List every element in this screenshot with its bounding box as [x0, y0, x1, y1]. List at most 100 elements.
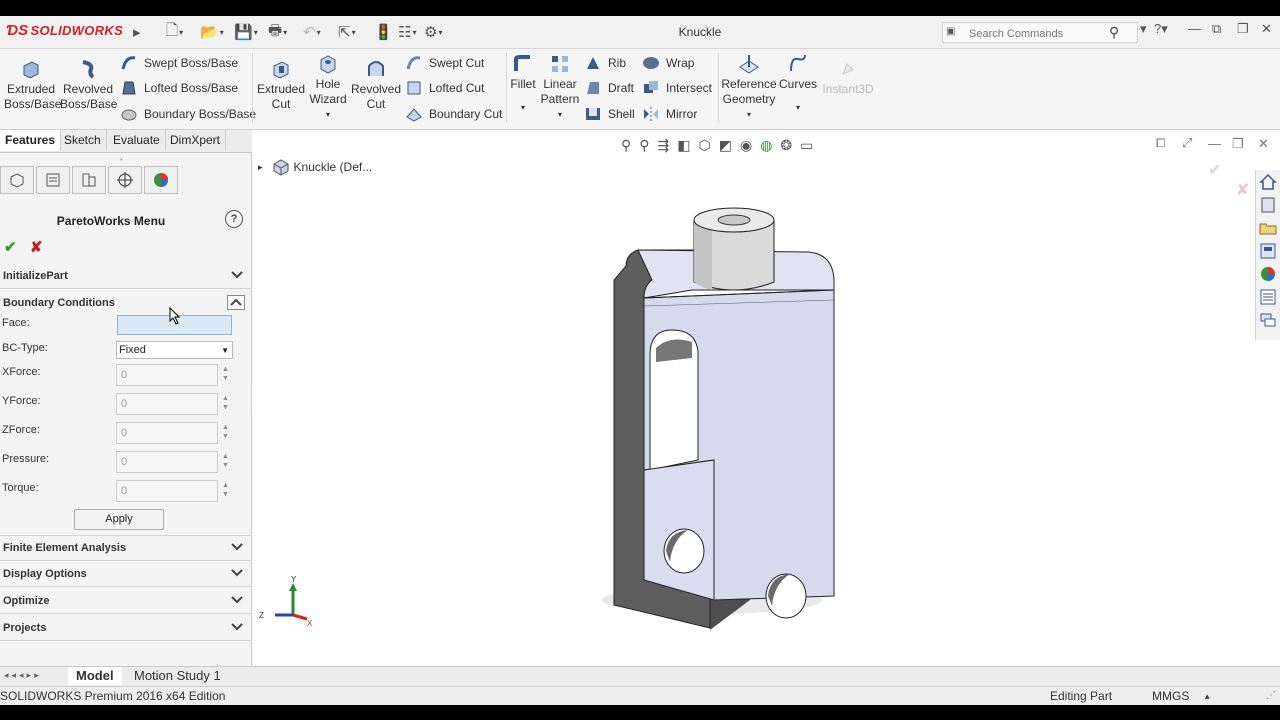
tab-scroll-arrows-icon[interactable]: ◂◂◂▸▸	[4, 670, 42, 681]
extruded-boss-button[interactable]: Extruded Boss/Base	[4, 58, 61, 112]
file-explorer-icon[interactable]	[1258, 218, 1278, 238]
previous-view-icon[interactable]: ⇶	[658, 137, 670, 154]
hide-show-items-icon[interactable]: ◉	[740, 137, 752, 154]
section-finite-element-analysis[interactable]: Finite Element Analysis	[0, 535, 250, 561]
section-projects[interactable]: Projects	[0, 616, 250, 641]
feature-tree-flyout[interactable]: ▸ Knuckle (Def...	[258, 158, 372, 176]
chevron-up-icon[interactable]	[227, 295, 245, 310]
cancel-x-icon[interactable]: ✘	[30, 238, 43, 256]
save-icon[interactable]: 💾 ▾	[234, 21, 258, 43]
panel-grip-icon[interactable]: •	[120, 155, 123, 164]
section-initialize-part[interactable]: InitializePart	[0, 264, 250, 289]
chevron-down-icon[interactable]	[230, 268, 244, 282]
doc-close-icon[interactable]: ✕	[1258, 136, 1269, 152]
viewport-maximize-icon[interactable]: ⤢	[1182, 135, 1192, 151]
pressure-input[interactable]: 0	[116, 451, 218, 473]
tab-evaluate[interactable]: Evaluate	[108, 130, 166, 151]
bc-type-select[interactable]: Fixed ▼	[116, 341, 233, 359]
tab-dimxpert[interactable]: DimXpert	[165, 130, 227, 151]
help-icon[interactable]: ?	[225, 210, 243, 228]
property-manager-tab-icon[interactable]	[36, 166, 70, 194]
reference-geometry-dropdown-icon[interactable]: ▾	[720, 107, 778, 122]
linear-pattern-dropdown-icon[interactable]: ▾	[538, 107, 582, 122]
solidworks-logo[interactable]: ƊS SOLIDWORKS	[6, 22, 123, 39]
doc-restore-icon[interactable]: ❐	[1232, 136, 1244, 152]
minimize-app-icon[interactable]: —	[1188, 21, 1201, 36]
edit-appearance-icon[interactable]: ◍	[760, 137, 772, 154]
mirror-button[interactable]: Mirror	[642, 104, 697, 124]
intersect-button[interactable]: Intersect	[642, 78, 712, 98]
viewport-split-icon[interactable]: ⧠	[1156, 136, 1166, 151]
doc-minimize-icon[interactable]: —	[1208, 136, 1221, 151]
wrap-button[interactable]: Wrap	[642, 53, 694, 73]
boundary-boss-button[interactable]: Boundary Boss/Base	[120, 104, 256, 124]
dimxpert-manager-tab-icon[interactable]	[108, 166, 142, 194]
undo-icon[interactable]: ↶ ▾	[303, 21, 321, 43]
chevron-down-icon[interactable]	[230, 620, 244, 634]
swept-boss-button[interactable]: Swept Boss/Base	[120, 53, 238, 73]
view-settings-icon[interactable]: ▭	[800, 137, 813, 154]
display-style-icon[interactable]: ◩	[719, 137, 732, 154]
forum-icon[interactable]	[1258, 310, 1278, 330]
confirm-corner-cancel-icon[interactable]: ✘	[1236, 180, 1249, 200]
configuration-manager-tab-icon[interactable]	[72, 166, 106, 194]
units-text[interactable]: MMGS	[1152, 687, 1189, 705]
tab-features[interactable]: Features	[0, 130, 62, 151]
fillet-dropdown-icon[interactable]: ▾	[508, 100, 538, 115]
design-library-icon[interactable]	[1258, 195, 1278, 215]
zforce-spinner-icon[interactable]: ▲ ▼	[222, 423, 229, 441]
tree-expand-icon[interactable]: ▸	[258, 162, 263, 173]
tab-sketch[interactable]: Sketch	[59, 130, 107, 151]
knuckle-part-model[interactable]	[592, 200, 852, 640]
shell-button[interactable]: Shell	[584, 104, 635, 124]
ok-checkmark-icon[interactable]: ✔	[4, 238, 17, 256]
xforce-spinner-icon[interactable]: ▲ ▼	[222, 365, 229, 383]
boundary-cut-button[interactable]: Boundary Cut	[405, 104, 502, 124]
new-document-icon[interactable]: 🗋 ▾	[166, 21, 183, 43]
file-properties-icon[interactable]: ☷ ▾	[398, 21, 416, 43]
section-display-options[interactable]: Display Options	[0, 562, 250, 587]
search-input[interactable]	[967, 25, 1111, 42]
draft-button[interactable]: Draft	[584, 78, 634, 98]
custom-properties-icon[interactable]	[1258, 287, 1278, 307]
units-dropdown-icon[interactable]: ▴	[1205, 687, 1210, 705]
section-optimize[interactable]: Optimize	[0, 589, 250, 614]
zoom-to-area-icon[interactable]: ⚲	[639, 137, 649, 154]
home-icon[interactable]	[1258, 172, 1278, 192]
display-manager-tab-icon[interactable]	[144, 166, 178, 194]
search-icon[interactable]: ⚲	[1109, 24, 1119, 41]
select-icon[interactable]: ⇱ ▾	[338, 21, 356, 43]
view-orientation-icon[interactable]: ⬡	[699, 137, 711, 154]
resize-grip-icon[interactable]: ⋰	[1266, 687, 1276, 705]
extruded-cut-button[interactable]: Extruded Cut	[256, 58, 306, 112]
torque-spinner-icon[interactable]: ▲ ▼	[222, 481, 229, 499]
instant3d-button[interactable]: Instant3D	[820, 58, 876, 97]
menu-expand-icon[interactable]: ▸	[133, 21, 141, 43]
linear-pattern-button[interactable]: Linear Pattern ▾	[538, 53, 582, 122]
appearances-icon[interactable]	[1258, 264, 1278, 284]
lofted-boss-button[interactable]: Lofted Boss/Base	[120, 78, 238, 98]
tab-motion-study-1[interactable]: Motion Study 1	[126, 667, 229, 685]
options-gear-icon[interactable]: ⚙ ▾	[424, 21, 442, 43]
open-document-icon[interactable]: 📂 ▾	[200, 21, 224, 43]
hole-wizard-dropdown-icon[interactable]: ▾	[306, 107, 350, 122]
feature-manager-tab-icon[interactable]	[0, 166, 34, 194]
revolved-cut-button[interactable]: Revolved Cut	[350, 58, 402, 112]
revolved-boss-button[interactable]: Revolved Boss/Base	[60, 58, 117, 112]
lofted-cut-button[interactable]: Lofted Cut	[405, 78, 484, 98]
xforce-input[interactable]: 0	[116, 364, 218, 386]
search-dropdown-icon[interactable]: ▾	[1140, 21, 1147, 37]
curves-dropdown-icon[interactable]: ▾	[778, 100, 818, 115]
pressure-spinner-icon[interactable]: ▲ ▼	[222, 452, 229, 470]
yforce-spinner-icon[interactable]: ▲ ▼	[222, 394, 229, 412]
view-palette-icon[interactable]	[1258, 241, 1278, 261]
zforce-input[interactable]: 0	[116, 422, 218, 444]
chevron-down-icon[interactable]	[230, 540, 244, 554]
close-app-icon[interactable]: ✕	[1261, 21, 1272, 37]
hole-wizard-button[interactable]: Hole Wizard ▾	[306, 53, 350, 122]
print-icon[interactable]: 🖶 ▾	[268, 21, 287, 43]
restore-app-icon[interactable]: ❐	[1237, 21, 1249, 37]
chevron-down-icon[interactable]	[230, 593, 244, 607]
curves-button[interactable]: Curves ▾	[778, 53, 818, 115]
section-boundary-conditions[interactable]: Boundary Conditions	[0, 291, 250, 315]
